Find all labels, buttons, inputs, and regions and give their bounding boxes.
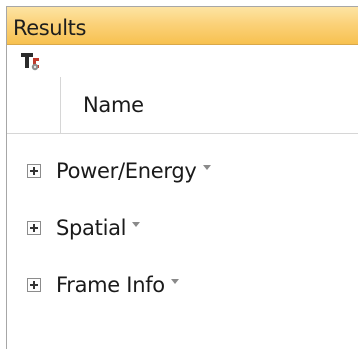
tc-options-icon bbox=[21, 53, 39, 71]
tc-options-button[interactable] bbox=[15, 48, 45, 74]
panel-title-bar[interactable]: Results bbox=[7, 7, 358, 45]
dropdown-arrow-icon[interactable] bbox=[132, 222, 141, 227]
dropdown-arrow-icon[interactable] bbox=[202, 165, 211, 170]
tree-item-power-energy[interactable]: Power/Energy bbox=[7, 142, 358, 199]
tree-item-label: Power/Energy bbox=[56, 158, 197, 183]
expand-icon[interactable] bbox=[27, 163, 41, 178]
panel-title: Results bbox=[13, 15, 87, 40]
tree-item-frame-info[interactable]: Frame Info bbox=[7, 256, 358, 313]
column-header-name[interactable]: Name bbox=[61, 93, 144, 117]
column-header-gutter bbox=[7, 77, 61, 133]
dropdown-arrow-icon[interactable] bbox=[170, 279, 179, 284]
results-panel: Results Name Power/Energy Spatial Frame … bbox=[6, 6, 358, 349]
panel-toolbar bbox=[7, 45, 358, 77]
expand-icon[interactable] bbox=[27, 220, 41, 235]
expand-icon[interactable] bbox=[27, 277, 41, 292]
tree-item-label: Spatial bbox=[56, 215, 127, 240]
column-header-row: Name bbox=[7, 77, 358, 134]
results-tree: Power/Energy Spatial Frame Info bbox=[7, 134, 358, 313]
tree-item-label: Frame Info bbox=[56, 272, 165, 297]
tree-item-spatial[interactable]: Spatial bbox=[7, 199, 358, 256]
